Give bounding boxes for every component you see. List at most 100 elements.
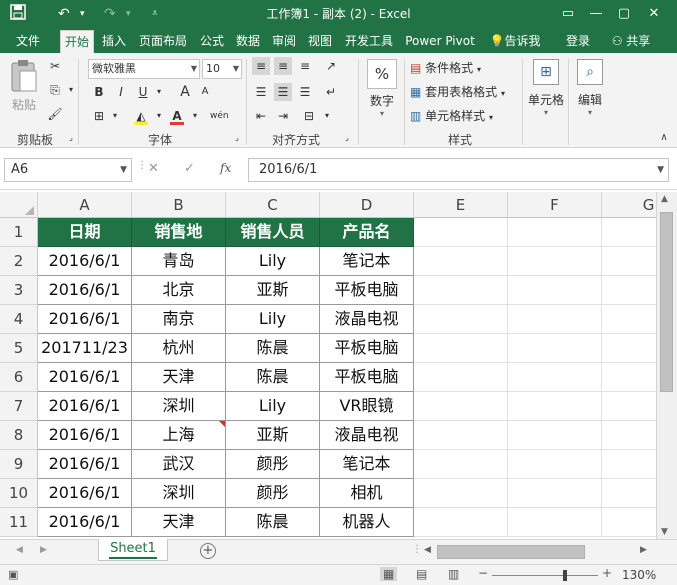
macro-record-icon[interactable]: ▣ bbox=[8, 568, 18, 581]
align-center-icon[interactable]: ☰ bbox=[274, 83, 292, 101]
shrink-font-button[interactable]: A bbox=[196, 83, 214, 101]
drag-handle-icon[interactable]: ⋮ bbox=[137, 160, 147, 171]
insert-function-icon[interactable]: fx bbox=[220, 161, 231, 175]
table-cell[interactable]: 2016/6/1 bbox=[38, 508, 132, 537]
font-size-select[interactable]: 10 ▼ bbox=[202, 59, 242, 79]
merge-dropdown-icon[interactable]: ▾ bbox=[318, 107, 336, 125]
horizontal-scroll-thumb[interactable] bbox=[437, 545, 585, 559]
table-cell[interactable]: 2016/6/1 bbox=[38, 247, 132, 276]
tab-page-layout[interactable]: 页面布局 bbox=[134, 30, 192, 53]
phonetic-icon[interactable]: wén bbox=[210, 107, 229, 125]
table-cell[interactable]: 杭州 bbox=[132, 334, 226, 363]
tab-review[interactable]: 审阅 bbox=[268, 30, 300, 53]
restore-icon[interactable]: ▢ bbox=[613, 3, 635, 25]
table-cell[interactable]: 笔记本 bbox=[320, 450, 414, 479]
table-cell[interactable]: 亚斯 bbox=[226, 421, 320, 450]
add-sheet-icon[interactable]: + bbox=[200, 543, 216, 559]
tell-me[interactable]: 💡告诉我 bbox=[484, 30, 546, 53]
bold-button[interactable]: B bbox=[90, 83, 108, 101]
table-cell[interactable]: 颜彤 bbox=[226, 450, 320, 479]
cells-button[interactable]: ⊞ 单元格 ▾ bbox=[526, 59, 566, 117]
tab-power-pivot[interactable]: Power Pivot bbox=[402, 30, 478, 53]
align-top-icon[interactable]: ≡ bbox=[252, 57, 270, 75]
table-cell[interactable]: 天津 bbox=[132, 363, 226, 392]
format-painter-icon[interactable]: 🖌 bbox=[46, 105, 64, 123]
row-header[interactable]: 9 bbox=[0, 450, 38, 479]
name-box[interactable]: A6 ▼ bbox=[4, 158, 132, 182]
tab-home[interactable]: 开始 bbox=[60, 30, 94, 53]
fill-color-icon[interactable]: ◭ bbox=[132, 107, 150, 125]
column-header[interactable]: A bbox=[38, 192, 132, 218]
page-break-view-icon[interactable]: ▥ bbox=[448, 567, 459, 581]
tab-view[interactable]: 视图 bbox=[304, 30, 336, 53]
table-cell[interactable]: 2016/6/1 bbox=[38, 479, 132, 508]
scroll-up-icon[interactable]: ▲ bbox=[661, 194, 668, 204]
column-header[interactable]: B bbox=[132, 192, 226, 218]
table-cell[interactable]: 平板电脑 bbox=[320, 363, 414, 392]
table-cell[interactable]: 上海 bbox=[132, 421, 226, 450]
row-header[interactable]: 11 bbox=[0, 508, 38, 537]
ribbon-display-icon[interactable]: ▭ bbox=[557, 3, 579, 25]
row-header[interactable]: 1 bbox=[0, 218, 38, 247]
table-cell[interactable]: 2016/6/1 bbox=[38, 363, 132, 392]
row-header[interactable]: 5 bbox=[0, 334, 38, 363]
share-button[interactable]: ⚇ 共享 bbox=[602, 30, 660, 53]
decrease-indent-icon[interactable]: ⇤ bbox=[252, 107, 270, 125]
table-header-cell[interactable]: 销售地 bbox=[132, 218, 226, 247]
scroll-right-icon[interactable]: ▶ bbox=[640, 545, 647, 555]
table-cell[interactable]: 颜彤 bbox=[226, 479, 320, 508]
underline-dropdown-icon[interactable]: ▾ bbox=[150, 83, 168, 101]
table-cell[interactable]: 南京 bbox=[132, 305, 226, 334]
table-cell[interactable]: 陈晨 bbox=[226, 508, 320, 537]
table-cell[interactable]: 天津 bbox=[132, 508, 226, 537]
align-bottom-icon[interactable]: ≡ bbox=[296, 57, 314, 75]
italic-button[interactable]: I bbox=[112, 83, 130, 101]
table-cell[interactable]: 亚斯 bbox=[226, 276, 320, 305]
table-cell[interactable]: 平板电脑 bbox=[320, 334, 414, 363]
fill-dropdown-icon[interactable]: ▾ bbox=[150, 107, 168, 125]
enter-icon[interactable]: ✓ bbox=[184, 161, 195, 176]
scroll-down-icon[interactable]: ▼ bbox=[661, 527, 668, 537]
zoom-slider-thumb[interactable] bbox=[563, 570, 567, 581]
table-header-cell[interactable]: 日期 bbox=[38, 218, 132, 247]
align-left-icon[interactable]: ☰ bbox=[252, 83, 270, 101]
row-header[interactable]: 6 bbox=[0, 363, 38, 392]
table-cell[interactable]: 液晶电视 bbox=[320, 305, 414, 334]
close-icon[interactable]: ✕ bbox=[643, 3, 665, 25]
table-cell[interactable]: 陈晨 bbox=[226, 363, 320, 392]
zoom-in-icon[interactable]: + bbox=[602, 566, 612, 580]
table-cell[interactable]: 平板电脑 bbox=[320, 276, 414, 305]
table-header-cell[interactable]: 产品名 bbox=[320, 218, 414, 247]
table-cell[interactable]: Lily bbox=[226, 305, 320, 334]
tab-split-handle-icon[interactable]: ⋮ bbox=[412, 544, 422, 555]
cut-icon[interactable]: ✂ bbox=[46, 57, 64, 75]
wrap-text-icon[interactable]: ↵ bbox=[322, 83, 340, 101]
table-cell[interactable]: 2016/6/1 bbox=[38, 305, 132, 334]
table-cell[interactable]: VR眼镜 bbox=[320, 392, 414, 421]
table-cell[interactable]: 武汉 bbox=[132, 450, 226, 479]
row-header[interactable]: 2 bbox=[0, 247, 38, 276]
table-cell[interactable]: 笔记本 bbox=[320, 247, 414, 276]
tab-file[interactable]: 文件 bbox=[6, 30, 50, 53]
font-launcher-icon[interactable]: ⌟ bbox=[228, 129, 246, 147]
column-header[interactable]: C bbox=[226, 192, 320, 218]
page-layout-view-icon[interactable]: ▤ bbox=[416, 567, 427, 581]
row-header[interactable]: 10 bbox=[0, 479, 38, 508]
row-header[interactable]: 3 bbox=[0, 276, 38, 305]
align-right-icon[interactable]: ☰ bbox=[296, 83, 314, 101]
select-all-corner[interactable] bbox=[0, 192, 38, 218]
conditional-format-button[interactable]: ▤ 条件格式 ▾ bbox=[410, 59, 481, 76]
table-cell[interactable]: 液晶电视 bbox=[320, 421, 414, 450]
table-cell[interactable]: Lily bbox=[226, 392, 320, 421]
paste-button[interactable]: 粘贴 bbox=[6, 59, 42, 121]
column-header[interactable]: F bbox=[508, 192, 602, 218]
collapse-ribbon-icon[interactable]: ∧ bbox=[655, 129, 673, 147]
formula-input[interactable]: 2016/6/1 ▼ bbox=[248, 158, 669, 182]
tab-data[interactable]: 数据 bbox=[232, 30, 264, 53]
zoom-slider[interactable] bbox=[492, 575, 598, 576]
table-cell[interactable]: 2016/6/1 bbox=[38, 421, 132, 450]
table-header-cell[interactable]: 销售人员 bbox=[226, 218, 320, 247]
align-middle-icon[interactable]: ≡ bbox=[274, 57, 292, 75]
column-header[interactable]: E bbox=[414, 192, 508, 218]
table-cell[interactable]: 2016/6/1 bbox=[38, 450, 132, 479]
